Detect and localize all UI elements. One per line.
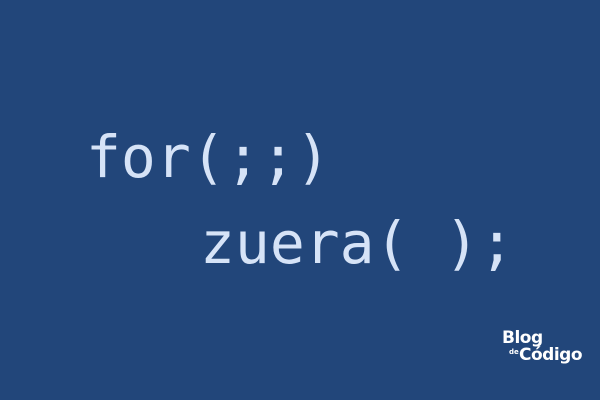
- code-line-1: for(;;): [86, 123, 331, 191]
- code-banner: for(;;) zuera( ); Blog de Código: [0, 0, 600, 400]
- blog-de-codigo-logo: Blog de Código: [502, 330, 583, 372]
- logo-word-codigo: Código: [519, 345, 583, 365]
- logo-word-de: de: [509, 348, 519, 356]
- code-line-2: zuera( );: [200, 209, 515, 277]
